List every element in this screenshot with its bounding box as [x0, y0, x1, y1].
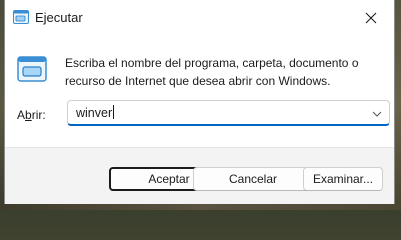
close-icon[interactable] [365, 12, 377, 24]
browse-button[interactable]: Examinar... [303, 167, 383, 191]
open-input-value[interactable]: winver [76, 106, 112, 120]
run-program-icon [17, 56, 47, 82]
run-description: Escriba el nombre del programa, carpeta,… [65, 56, 359, 88]
open-combobox[interactable]: winver [67, 100, 390, 126]
open-label-suffix: rir: [31, 108, 46, 122]
dialog-footer: Aceptar Cancelar Examinar... [5, 147, 394, 204]
window-title: Ejecutar [35, 10, 83, 25]
desktop-background-bottom [0, 204, 401, 210]
cancel-button[interactable]: Cancelar [193, 167, 313, 191]
text-caret [113, 105, 115, 119]
desktop-background-right [395, 0, 401, 210]
chevron-down-icon[interactable] [371, 107, 383, 119]
open-input[interactable]: winver [76, 105, 115, 120]
open-label-prefix: A [17, 108, 26, 122]
open-label: Abrir: [17, 108, 46, 122]
close-button[interactable] [348, 0, 394, 36]
open-label-access-key: b [25, 108, 32, 122]
run-dialog: Ejecutar Escriba el nombre del programa,… [4, 0, 395, 204]
run-app-icon [13, 10, 29, 24]
title-bar[interactable]: Ejecutar [5, 0, 394, 36]
